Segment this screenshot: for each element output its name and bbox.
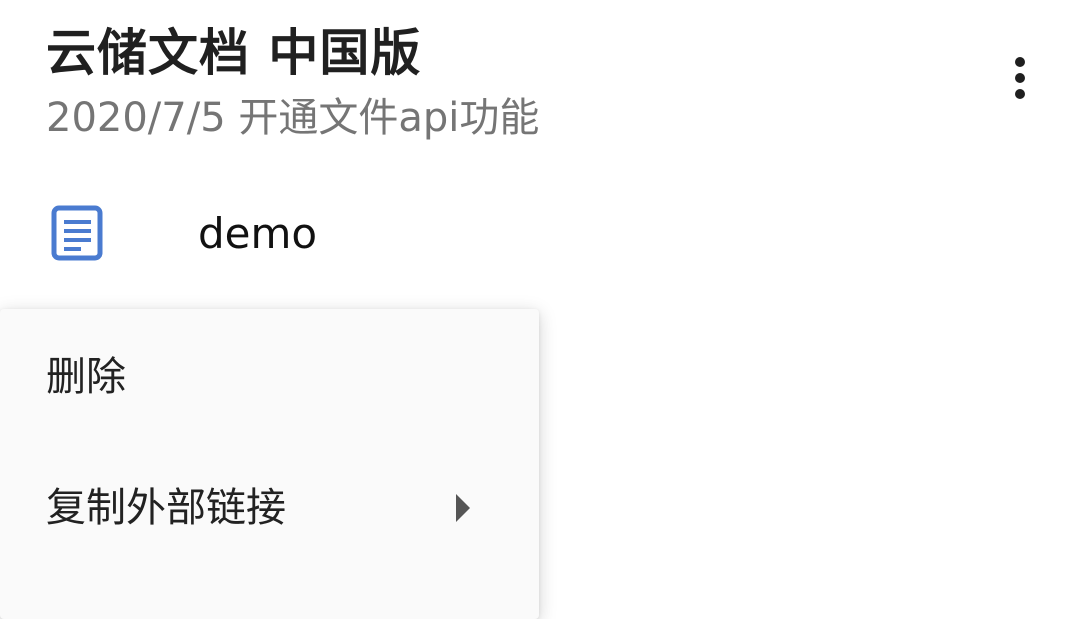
menu-item-delete[interactable]: 删除 [0,309,539,439]
app-title: 云储文档 中国版 [46,24,422,82]
menu-item-label: 删除 [46,354,126,400]
more-vert-icon-dot [1015,89,1025,99]
menu-item-label: 复制外部链接 [46,485,286,531]
document-list-item[interactable]: demo [0,190,1080,280]
menu-item-copy-external-link[interactable]: 复制外部链接 [0,443,539,573]
more-options-button[interactable] [990,48,1050,108]
context-menu: 删除 复制外部链接 [0,309,539,619]
more-vert-icon-dot [1015,73,1025,83]
app-header: 云储文档 中国版 2020/7/5 开通文件api功能 [0,0,1080,160]
app-subtitle: 2020/7/5 开通文件api功能 [46,95,540,141]
document-name: demo [198,209,318,258]
chevron-right-icon [456,494,470,522]
more-vert-icon [1015,57,1025,67]
document-icon [51,205,103,261]
